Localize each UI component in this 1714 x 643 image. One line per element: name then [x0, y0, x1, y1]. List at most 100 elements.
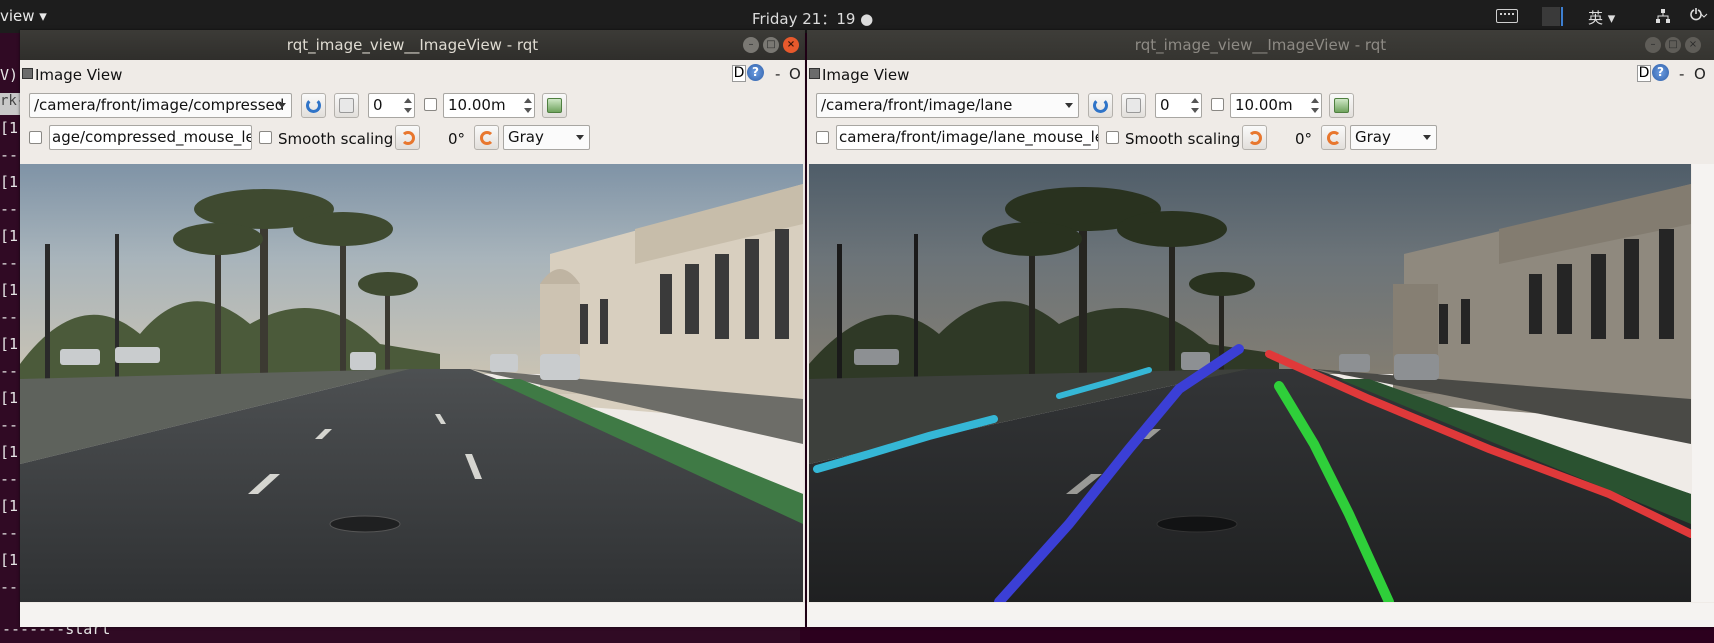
- terminal-line: --: [0, 200, 19, 218]
- app-menu[interactable]: view ▾: [0, 7, 47, 25]
- color-scheme-select[interactable]: Gray: [1350, 125, 1437, 150]
- terminal-line: [1: [0, 227, 19, 245]
- save-image-button[interactable]: [542, 93, 567, 118]
- options-toolbar: camera/front/image/lane_mouse_left Smoot…: [807, 122, 1714, 154]
- terminal-background: V) rk- [1 -- [1 -- [1 -- [1 -- [1 -- [1 …: [0, 33, 20, 643]
- spin-arrows-icon[interactable]: [403, 96, 412, 115]
- terminal-line: --: [0, 146, 19, 164]
- status-bar: [807, 603, 1714, 627]
- rotate-left-button[interactable]: [1242, 125, 1267, 150]
- minimize-icon[interactable]: –: [1645, 37, 1661, 53]
- terminal-line: --: [0, 524, 19, 542]
- spin-arrows-icon[interactable]: [1310, 96, 1319, 115]
- dock-button[interactable]: D: [1637, 65, 1651, 82]
- terminal-line: --: [0, 254, 19, 272]
- minimize-plugin-button[interactable]: -: [1679, 65, 1684, 83]
- close-plugin-button[interactable]: O: [1694, 65, 1706, 83]
- rotate-left-icon: [1248, 131, 1262, 145]
- plugin-header: Image View D ? - O: [807, 60, 1714, 90]
- rotate-right-button[interactable]: [1321, 125, 1346, 150]
- timeout-spinbox[interactable]: 10.00m: [443, 93, 535, 118]
- refresh-button[interactable]: [301, 93, 326, 118]
- terminal-line: --: [0, 470, 19, 488]
- network-icon[interactable]: [1655, 8, 1671, 28]
- save-image-button[interactable]: [1329, 93, 1354, 118]
- plugin-name: Image View: [822, 66, 910, 84]
- refresh-button[interactable]: [1088, 93, 1113, 118]
- terminal-line: [1: [0, 443, 19, 461]
- terminal-highlight: rk-: [0, 93, 20, 115]
- lane-detection-view[interactable]: [809, 164, 1691, 602]
- refresh-icon: [1093, 98, 1108, 113]
- power-icon[interactable]: [1686, 6, 1708, 28]
- terminal-line: --: [0, 578, 19, 596]
- rotate-right-icon: [1327, 131, 1341, 145]
- rqt-window-compressed[interactable]: rqt_image_view__ImageView - rqt – □ × Im…: [20, 30, 805, 627]
- refresh-icon: [306, 98, 321, 113]
- smooth-scaling-checkbox[interactable]: [1106, 131, 1119, 144]
- tray-app-icon[interactable]: [1542, 7, 1563, 26]
- timeout-checkbox[interactable]: [424, 98, 437, 111]
- topic-toolbar: /camera/front/image/lane 0 10.00m: [807, 90, 1714, 122]
- color-scheme-value: Gray: [1355, 128, 1391, 146]
- topic-select[interactable]: /camera/front/image/compressed: [29, 93, 292, 118]
- mouse-topic-field[interactable]: age/compressed_mouse_left: [49, 125, 252, 150]
- chevron-down-icon: [1423, 135, 1431, 140]
- zoom-icon: [1126, 98, 1141, 113]
- close-icon[interactable]: ×: [1685, 37, 1701, 53]
- help-icon[interactable]: ?: [1652, 64, 1669, 81]
- terminal-line: [1: [0, 389, 19, 407]
- system-top-panel: view ▾ Friday 21：19 ● 英 ▾: [0, 0, 1714, 33]
- rotate-left-button[interactable]: [395, 125, 420, 150]
- timeout-spinbox[interactable]: 10.00m: [1230, 93, 1322, 118]
- zoom-button[interactable]: [334, 93, 359, 118]
- maximize-icon[interactable]: □: [1665, 37, 1681, 53]
- mouse-publish-checkbox[interactable]: [29, 131, 42, 144]
- spin-arrows-icon[interactable]: [1190, 96, 1199, 115]
- rotate-right-button[interactable]: [474, 125, 499, 150]
- save-image-icon: [547, 98, 562, 113]
- input-method-indicator[interactable]: 英 ▾: [1588, 7, 1615, 28]
- rqt-window-lane[interactable]: rqt_image_view__ImageView - rqt – □ × Im…: [807, 30, 1714, 627]
- timeout-checkbox[interactable]: [1211, 98, 1224, 111]
- plugin-header: Image View D ? - O: [20, 60, 805, 90]
- help-icon[interactable]: ?: [747, 64, 764, 81]
- status-bar: [20, 603, 805, 627]
- window-title[interactable]: rqt_image_view__ImageView - rqt: [807, 30, 1714, 60]
- plugin-icon: [809, 68, 820, 79]
- minimize-plugin-button[interactable]: -: [775, 65, 780, 83]
- queue-spinbox[interactable]: 0: [368, 93, 415, 118]
- save-image-icon: [1334, 98, 1349, 113]
- camera-image-view[interactable]: [20, 164, 803, 602]
- zoom-icon: [339, 98, 354, 113]
- spin-arrows-icon[interactable]: [523, 96, 532, 115]
- queue-value: 0: [373, 96, 383, 114]
- clock[interactable]: Friday 21：19 ●: [752, 8, 873, 29]
- zoom-button[interactable]: [1121, 93, 1146, 118]
- street-scene-image: [20, 164, 803, 602]
- terminal-line: [1: [0, 173, 19, 191]
- smooth-scaling-label: Smooth scaling: [1125, 130, 1241, 148]
- rotation-label: 0°: [448, 130, 466, 148]
- close-icon[interactable]: ×: [783, 37, 799, 53]
- window-title[interactable]: rqt_image_view__ImageView - rqt: [20, 30, 805, 60]
- view-margin: [1692, 164, 1714, 602]
- terminal-line: [1: [0, 497, 19, 515]
- close-plugin-button[interactable]: O: [789, 65, 801, 83]
- keyboard-icon[interactable]: [1496, 9, 1518, 23]
- dock-button[interactable]: D: [732, 65, 746, 82]
- maximize-icon[interactable]: □: [763, 37, 779, 53]
- topic-select[interactable]: /camera/front/image/lane: [816, 93, 1079, 118]
- plugin-name: Image View: [35, 66, 123, 84]
- mouse-publish-checkbox[interactable]: [816, 131, 829, 144]
- options-toolbar: age/compressed_mouse_left Smooth scaling…: [20, 122, 805, 154]
- chevron-down-icon: [576, 135, 584, 140]
- mouse-topic-field[interactable]: camera/front/image/lane_mouse_left: [836, 125, 1099, 150]
- minimize-icon[interactable]: –: [743, 37, 759, 53]
- terminal-text: V): [0, 66, 19, 84]
- terminal-line: [1: [0, 119, 19, 137]
- color-scheme-select[interactable]: Gray: [503, 125, 590, 150]
- rotate-left-icon: [401, 131, 415, 145]
- queue-spinbox[interactable]: 0: [1155, 93, 1202, 118]
- smooth-scaling-checkbox[interactable]: [259, 131, 272, 144]
